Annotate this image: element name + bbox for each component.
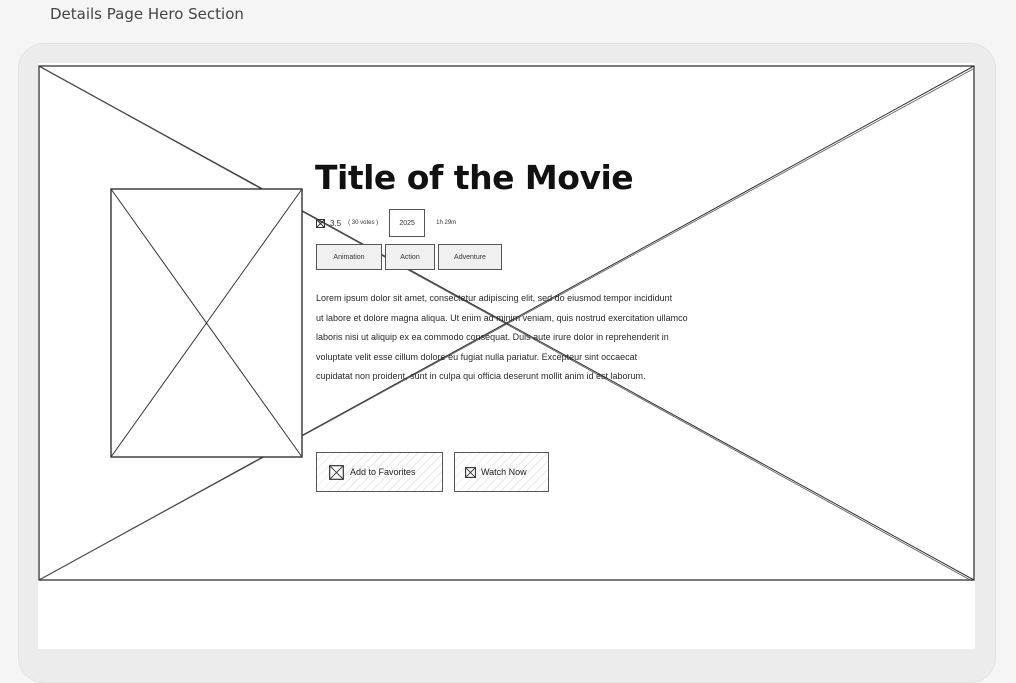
favorites-icon <box>329 464 344 480</box>
duration: 1h 29m <box>436 220 457 226</box>
favorites-label: Add to Favorites <box>350 467 416 477</box>
genre-tag-action[interactable]: Action <box>385 244 435 270</box>
watch-now-button[interactable]: Watch Now <box>454 452 549 492</box>
movie-description: Lorem ipsum dolor sit amet, consectetur … <box>316 289 756 387</box>
genre-list: Animation Action Adventure <box>316 244 505 270</box>
description-line: Lorem ipsum dolor sit amet, consectetur … <box>316 293 673 303</box>
genre-tag-animation[interactable]: Animation <box>316 244 382 270</box>
year-badge: 2025 <box>389 209 426 237</box>
rating-value: 3.5 <box>330 218 342 228</box>
rating-star-icon <box>316 218 325 228</box>
description-line: voluptate velit esse cillum dolore eu fu… <box>316 351 638 362</box>
description-line: ut labore et dolore magna aliqua. Ut eni… <box>316 312 688 323</box>
page-label: Details Page Hero Section <box>50 5 244 23</box>
watch-icon <box>465 466 476 478</box>
movie-meta: 3.5 ( 30 votes ) 2025 1h 29m <box>316 208 456 238</box>
genre-tag-adventure[interactable]: Adventure <box>438 244 502 270</box>
poster-placeholder-icon <box>110 188 303 458</box>
description-line: laboris nisi ut aliquip ex ea commodo co… <box>316 332 669 343</box>
movie-title: Title of the Movie <box>315 158 634 197</box>
description-line: cupidatat non proident, sunt in culpa qu… <box>316 371 646 382</box>
votes-count: ( 30 votes ) <box>348 220 379 226</box>
watch-label: Watch Now <box>481 467 527 477</box>
add-to-favorites-button[interactable]: Add to Favorites <box>316 452 443 492</box>
